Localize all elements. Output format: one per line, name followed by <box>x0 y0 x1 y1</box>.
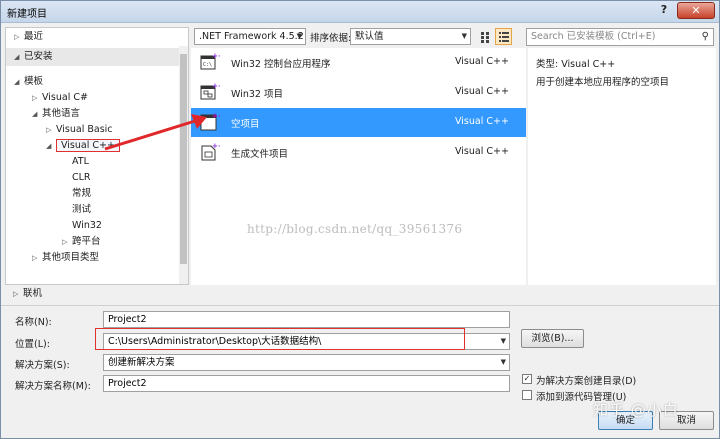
location-highlight-box <box>95 328 465 350</box>
svg-text:++: ++ <box>212 82 220 90</box>
tree-item-label: 其他项目类型 <box>42 252 100 263</box>
sort-select[interactable]: 默认值 ▼ <box>350 28 471 45</box>
chevron-down-icon[interactable]: ▼ <box>501 334 506 349</box>
collapse-arrow-icon[interactable]: ◢ <box>14 74 24 90</box>
zhihu-watermark: 知乎 @小白 <box>593 401 679 419</box>
tree-item-label: Visual C# <box>42 92 88 103</box>
tree-scrollbar[interactable] <box>179 46 188 284</box>
console-app-icon: C:\ ++ <box>200 52 220 70</box>
framework-select[interactable]: .NET Framework 4.5.2 ▼ <box>194 28 306 45</box>
expand-arrow-icon[interactable]: ▷ <box>14 28 24 46</box>
template-type: 类型: Visual C++ <box>536 59 616 70</box>
tree-item-label: 模板 <box>24 76 44 87</box>
title-bar: 新建项目 ? ✕ <box>1 1 719 23</box>
tree-item-win32[interactable]: Win32 <box>72 218 102 234</box>
scrollbar-thumb[interactable] <box>180 54 187 264</box>
new-project-dialog: 新建项目 ? ✕ ▷ 最近 ◢ 已安装 ◢ 模板 ▷ Visual C# ◢ 其他语言 ▷… <box>0 0 720 439</box>
tree-item-other-project-types[interactable]: ▷ 其他项目类型 <box>32 250 99 266</box>
template-language: Visual C++ <box>455 146 509 157</box>
template-name: Win32 控制台应用程序 <box>231 59 331 70</box>
add-to-source-control-checkbox[interactable] <box>522 390 532 400</box>
tree-item-cross-platform[interactable]: ▷ 跨平台 <box>62 234 101 250</box>
tree-item-test[interactable]: 测试 <box>72 202 91 218</box>
tree-item-label: 常规 <box>72 188 92 199</box>
expand-arrow-icon[interactable]: ▷ <box>46 122 56 138</box>
chevron-down-icon[interactable]: ▼ <box>501 355 506 370</box>
svg-text:++: ++ <box>212 52 220 60</box>
expand-arrow-icon[interactable]: ▷ <box>62 234 72 250</box>
template-language: Visual C++ <box>455 116 509 127</box>
search-icon[interactable]: ⚲ <box>702 29 709 45</box>
solution-label: 解决方案(S): <box>15 360 70 371</box>
collapse-arrow-icon[interactable]: ◢ <box>32 106 42 122</box>
annotation-arrow-icon <box>104 114 207 151</box>
tree-item-label: 跨平台 <box>72 236 101 247</box>
tree-item-other-languages[interactable]: ◢ 其他语言 <box>32 106 80 122</box>
collapse-arrow-icon[interactable]: ◢ <box>14 48 24 66</box>
create-directory-label: 为解决方案创建目录(D) <box>536 376 637 387</box>
solution-select[interactable]: 创建新解决方案 ▼ <box>103 354 510 371</box>
framework-select-value: .NET Framework 4.5.2 <box>199 31 304 42</box>
list-view-button[interactable] <box>495 28 512 45</box>
help-button[interactable]: ? <box>653 3 675 19</box>
template-name: 生成文件项目 <box>231 149 289 160</box>
small-icons-view-button[interactable] <box>477 28 493 45</box>
expand-arrow-icon[interactable]: ▷ <box>32 250 42 266</box>
tree-item-clr[interactable]: CLR <box>72 170 91 186</box>
solution-value: 创建新解决方案 <box>108 357 175 368</box>
csdn-watermark: http://blog.csdn.net/qq_39561376 <box>247 222 463 236</box>
search-placeholder: Search 已安装模板 (Ctrl+E) <box>531 31 656 42</box>
tree-section-label: 已安装 <box>24 51 53 62</box>
tree-item-label: Win32 <box>72 220 102 231</box>
name-label: 名称(N): <box>15 317 52 328</box>
tree-item-visual-csharp[interactable]: ▷ Visual C# <box>32 90 88 106</box>
sort-label: 排序依据: <box>310 33 352 44</box>
solution-name-label: 解决方案名称(M): <box>15 381 91 392</box>
template-row[interactable]: C:\ ++ Win32 控制台应用程序 Visual C++ <box>191 48 526 77</box>
project-name-value: Project2 <box>108 314 147 325</box>
template-name: 空项目 <box>231 119 260 130</box>
template-description: 用于创建本地应用程序的空项目 <box>536 77 670 88</box>
template-row[interactable]: ++ 生成文件项目 Visual C++ <box>191 138 526 167</box>
template-name: Win32 项目 <box>231 89 283 100</box>
solution-name-value: Project2 <box>108 378 147 389</box>
win32-project-icon: ++ <box>200 82 220 100</box>
template-description-pane: 类型: Visual C++ 用于创建本地应用程序的空项目 <box>528 48 716 285</box>
tree-item-label: ATL <box>72 156 89 167</box>
tree-item-label: 其他语言 <box>42 108 81 119</box>
tree-item-label: 测试 <box>72 204 92 215</box>
tree-item-label: CLR <box>72 172 91 183</box>
template-search-input[interactable]: Search 已安装模板 (Ctrl+E) ⚲ <box>526 28 714 46</box>
location-label: 位置(L): <box>15 339 50 350</box>
close-button[interactable]: ✕ <box>677 2 715 19</box>
template-list: C:\ ++ Win32 控制台应用程序 Visual C++ ++ Win32… <box>191 48 526 285</box>
expand-arrow-icon[interactable]: ▷ <box>13 286 23 302</box>
sort-select-value: 默认值 <box>355 31 384 42</box>
browse-button[interactable]: 浏览(B)... <box>521 329 584 348</box>
chevron-down-icon: ▼ <box>461 32 467 40</box>
expand-arrow-icon[interactable]: ▷ <box>32 90 42 106</box>
template-language: Visual C++ <box>455 86 509 97</box>
create-directory-checkbox[interactable]: ✓ <box>522 374 532 384</box>
tree-item-atl[interactable]: ATL <box>72 154 89 170</box>
template-row[interactable]: ++ Win32 项目 Visual C++ <box>191 78 526 107</box>
svg-text:++: ++ <box>212 142 220 150</box>
project-name-field[interactable]: Project2 <box>103 311 510 328</box>
tree-item-general[interactable]: 常规 <box>72 186 91 202</box>
tree-section-label: 联机 <box>23 288 43 299</box>
template-language: Visual C++ <box>455 56 509 67</box>
collapse-arrow-icon[interactable]: ◢ <box>46 138 56 154</box>
chevron-down-icon: ▼ <box>296 32 302 40</box>
template-row-selected[interactable]: ++ 空项目 Visual C++ <box>191 108 526 137</box>
window-title: 新建项目 <box>7 9 47 20</box>
tree-item-templates[interactable]: ◢ 模板 <box>14 74 43 90</box>
svg-text:C:\: C:\ <box>203 62 212 68</box>
tree-section-online[interactable]: ▷ 联机 <box>5 286 189 302</box>
tree-section-recent[interactable]: ▷ 最近 <box>6 28 188 46</box>
svg-text:++: ++ <box>212 112 220 120</box>
solution-name-field[interactable]: Project2 <box>103 375 510 392</box>
tree-section-label: 最近 <box>24 31 44 42</box>
tree-section-installed[interactable]: ◢ 已安装 <box>6 48 188 66</box>
